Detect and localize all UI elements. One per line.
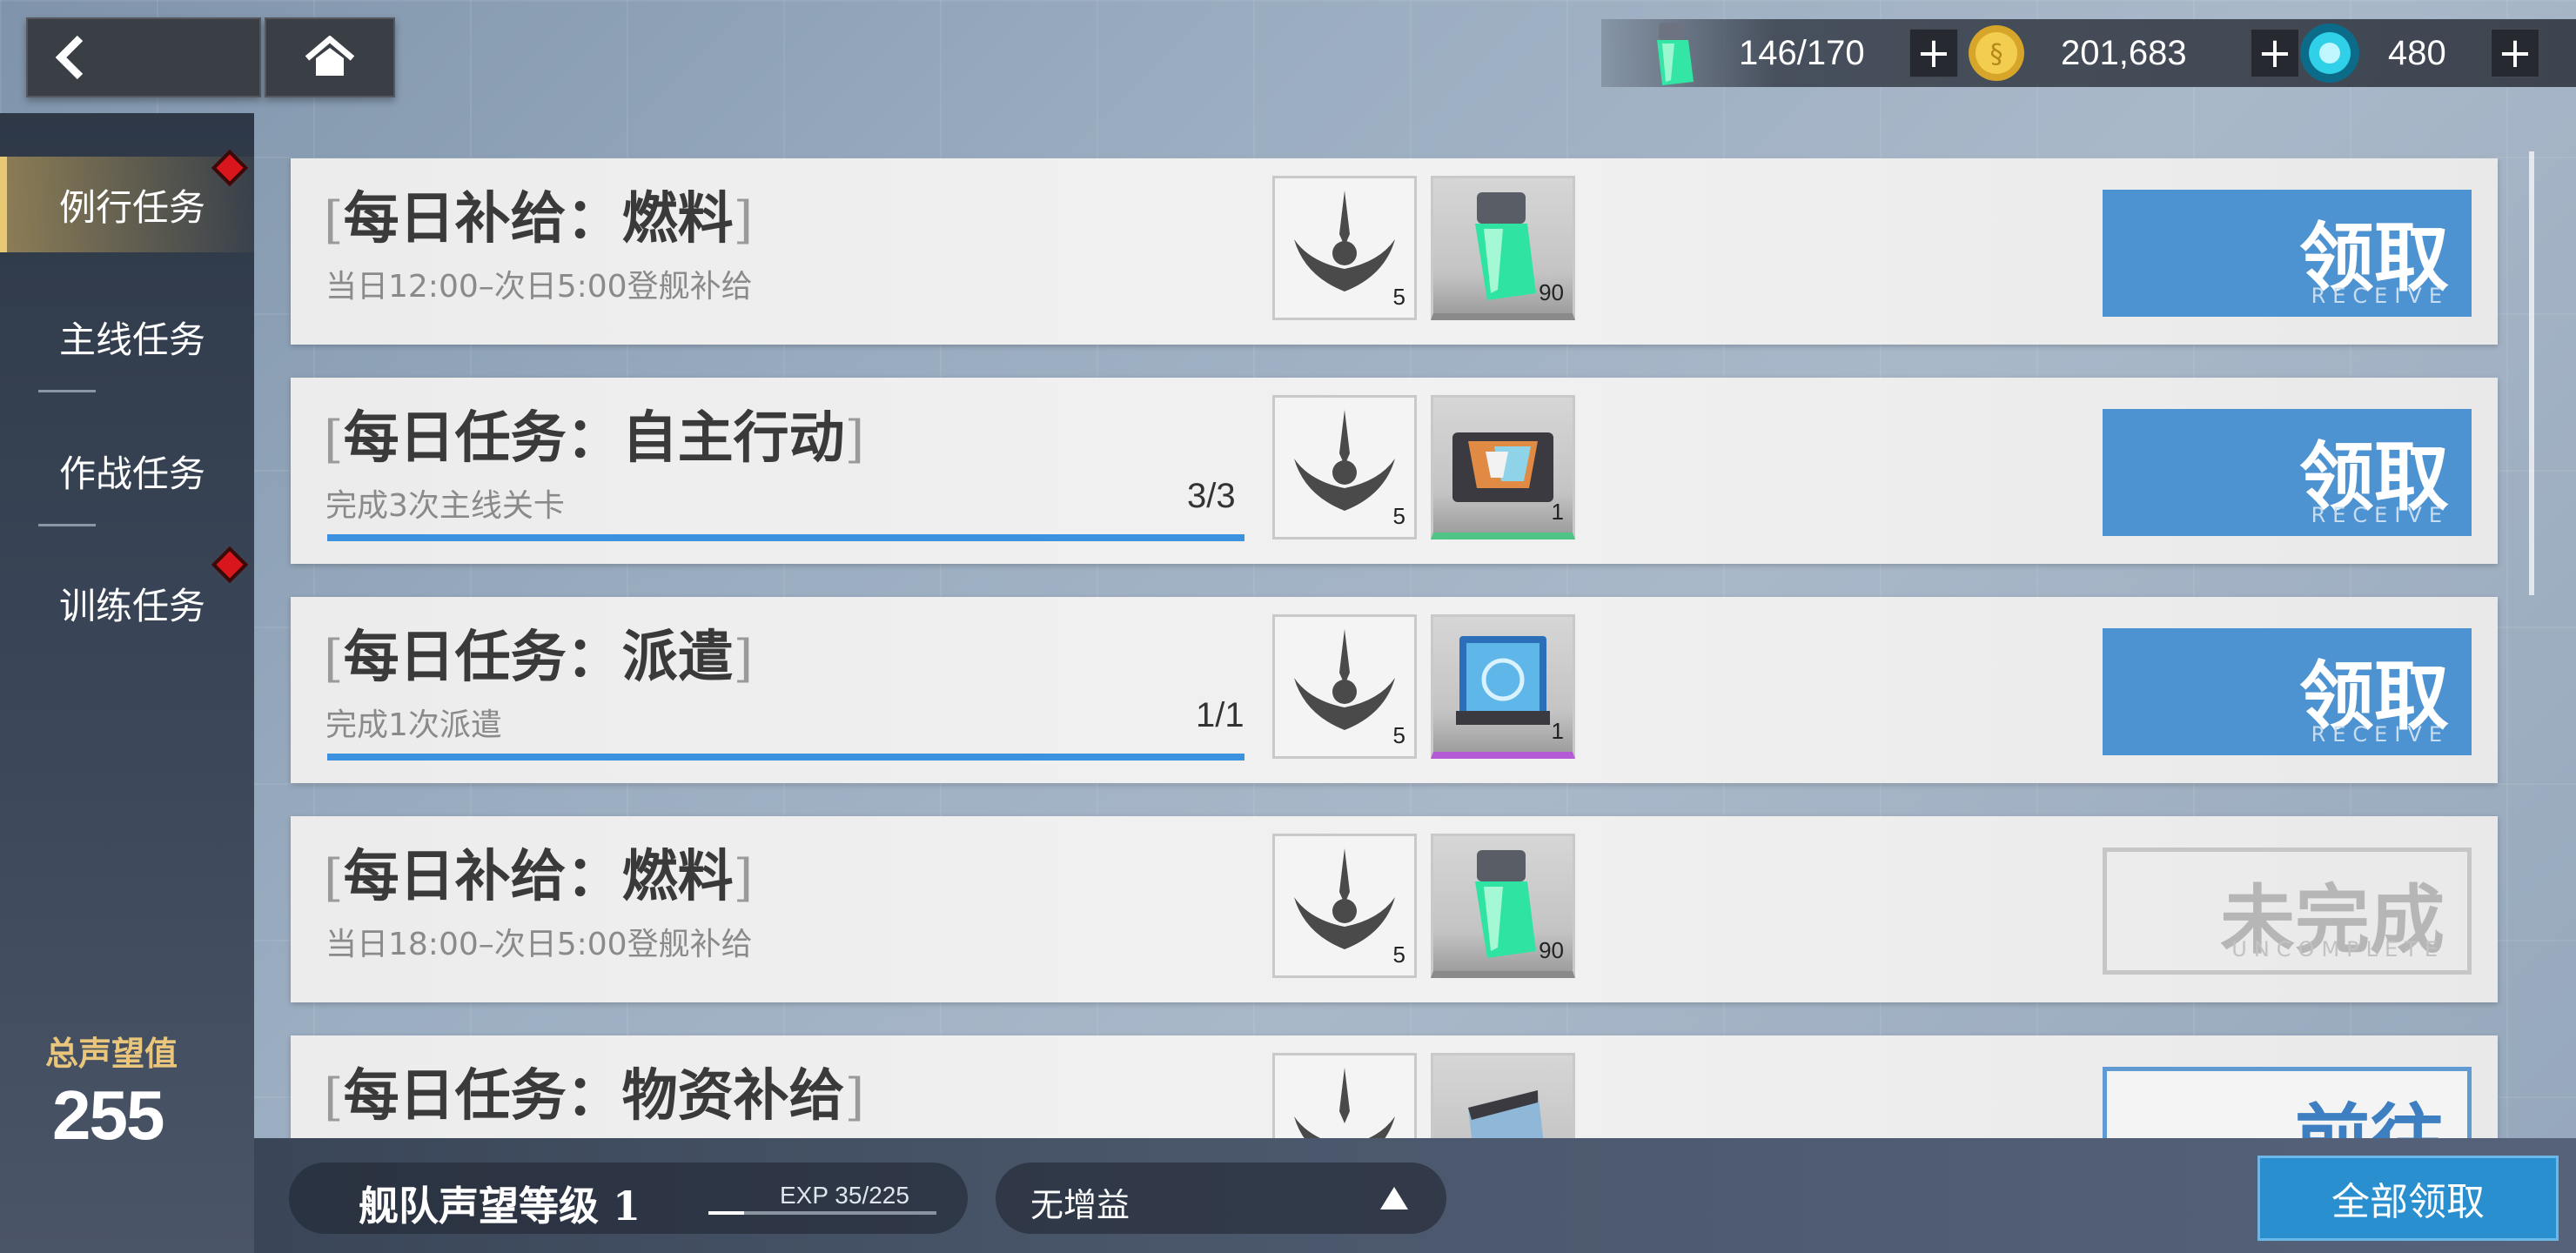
reward-slot[interactable]: 5 bbox=[1272, 395, 1417, 539]
progress-bar bbox=[327, 534, 1244, 541]
reward-qty: 1 bbox=[1551, 499, 1564, 525]
chevron-left-icon bbox=[55, 35, 84, 80]
task-title: [每日补给：燃料] bbox=[324, 844, 754, 909]
sidebar-item-combat[interactable]: 作战任务 bbox=[0, 423, 254, 519]
scrollbar[interactable] bbox=[2529, 151, 2534, 595]
uncomplete-button: 未完成 UNCOMPLETE bbox=[2103, 848, 2472, 975]
progress-fill bbox=[327, 754, 1244, 761]
reward-qty: 5 bbox=[1392, 941, 1405, 968]
divider bbox=[38, 390, 96, 392]
button-sublabel: UNCOMPLETE bbox=[2231, 937, 2445, 962]
receive-button[interactable]: 领取 RECEIVE bbox=[2103, 628, 2472, 755]
task-progress: 3/3 bbox=[1187, 477, 1236, 515]
task-row: [每日任务：派遣] 完成1次派遣 1/1 5 1 领取 RECEIVE bbox=[291, 597, 2498, 783]
resource-coin: § 201,683 + bbox=[1962, 19, 2299, 87]
home-icon bbox=[305, 36, 355, 76]
receive-button[interactable]: 领取 RECEIVE bbox=[2103, 190, 2472, 317]
reward-qty: 1 bbox=[1551, 718, 1564, 744]
task-desc: 完成3次主线关卡 bbox=[325, 488, 565, 524]
task-title: [每日任务：物资补给] bbox=[324, 1063, 865, 1129]
buff-selector[interactable]: 无增益 bbox=[996, 1163, 1446, 1234]
claim-all-button[interactable]: 全部领取 bbox=[2257, 1156, 2559, 1241]
reward-slot[interactable]: 5 bbox=[1272, 614, 1417, 759]
reward-qty: 5 bbox=[1392, 503, 1405, 529]
crystal-icon bbox=[2300, 23, 2359, 83]
claim-all-label: 全部领取 bbox=[2331, 1180, 2485, 1224]
fame-label: 总声望值 bbox=[45, 1035, 178, 1073]
button-sublabel: RECEIVE bbox=[2311, 284, 2449, 308]
reward-slot[interactable]: 90 bbox=[1431, 176, 1575, 320]
triangle-up-icon bbox=[1380, 1187, 1408, 1209]
exp-bar bbox=[708, 1211, 936, 1215]
task-progress: 1/1 bbox=[1196, 696, 1244, 734]
coin-icon: § bbox=[1969, 25, 2024, 81]
crystal-value: 480 bbox=[2388, 33, 2446, 72]
exp-fill bbox=[708, 1211, 744, 1215]
reward-slot[interactable]: 1 bbox=[1431, 614, 1575, 759]
reward-slot[interactable]: 1 bbox=[1431, 395, 1575, 539]
task-title: [每日任务：派遣] bbox=[324, 625, 754, 690]
progress-bar bbox=[327, 754, 1244, 761]
exp-label: EXP 35/225 bbox=[780, 1182, 909, 1209]
fuel-value: 146/170 bbox=[1739, 33, 1865, 72]
receive-button[interactable]: 领取 RECEIVE bbox=[2103, 409, 2472, 536]
back-button[interactable] bbox=[26, 17, 261, 97]
task-row: [每日补给：燃料] 当日12:00–次日5:00登舰补给 5 90 领取 REC… bbox=[291, 158, 2498, 345]
buff-label: 无增益 bbox=[1030, 1186, 1130, 1224]
fuel-icon bbox=[1657, 23, 1694, 85]
button-sublabel: RECEIVE bbox=[2311, 503, 2449, 527]
sidebar-item-main[interactable]: 主线任务 bbox=[0, 289, 254, 385]
reward-slot[interactable]: 5 bbox=[1272, 176, 1417, 320]
sidebar-item-label: 训练任务 bbox=[59, 584, 206, 627]
task-desc: 完成1次派遣 bbox=[325, 707, 502, 743]
task-desc: 当日12:00–次日5:00登舰补给 bbox=[325, 269, 753, 305]
reward-slot[interactable]: 90 bbox=[1431, 834, 1575, 978]
top-nav bbox=[26, 17, 395, 97]
bottom-bar: 舰队声望等级 1 EXP 35/225 无增益 全部领取 bbox=[254, 1138, 2576, 1253]
reward-qty: 5 bbox=[1392, 722, 1405, 748]
resource-fuel: 146/170 + bbox=[1643, 19, 1958, 87]
task-row: [每日任务：自主行动] 完成3次主线关卡 3/3 5 1 领取 RECEIVE bbox=[291, 378, 2498, 564]
sidebar-item-label: 主线任务 bbox=[59, 318, 206, 361]
svg-text:§: § bbox=[1990, 39, 2003, 70]
task-desc: 当日18:00–次日5:00登舰补给 bbox=[325, 927, 753, 962]
task-title: [每日任务：自主行动] bbox=[324, 405, 865, 471]
task-row: [每日补给：燃料] 当日18:00–次日5:00登舰补给 5 90 未完成 UN… bbox=[291, 816, 2498, 1002]
task-title: [每日补给：燃料] bbox=[324, 186, 754, 251]
resource-bar: 146/170 + § 201,683 + 480 + bbox=[1601, 19, 2576, 87]
progress-fill bbox=[327, 534, 1244, 541]
add-crystal-button[interactable]: + bbox=[2491, 29, 2539, 77]
add-fuel-button[interactable]: + bbox=[1909, 29, 1958, 77]
home-button[interactable] bbox=[265, 17, 395, 97]
reward-qty: 90 bbox=[1539, 937, 1564, 963]
fame-value: 255 bbox=[52, 1076, 164, 1154]
reward-slot[interactable]: 5 bbox=[1272, 834, 1417, 978]
fleet-reputation[interactable]: 舰队声望等级 1 EXP 35/225 bbox=[289, 1163, 968, 1234]
sidebar-item-label: 例行任务 bbox=[59, 185, 206, 229]
reward-qty: 90 bbox=[1539, 279, 1564, 305]
resource-crystal: 480 + bbox=[2291, 19, 2539, 87]
divider bbox=[38, 524, 96, 526]
reward-qty: 5 bbox=[1392, 284, 1405, 310]
fleet-level-label: 舰队声望等级 1 bbox=[359, 1183, 641, 1230]
button-sublabel: RECEIVE bbox=[2311, 722, 2449, 747]
sidebar: 例行任务 主线任务 作战任务 训练任务 总声望值 255 bbox=[0, 113, 254, 1253]
sidebar-item-label: 作战任务 bbox=[59, 452, 206, 495]
coin-value: 201,683 bbox=[2061, 33, 2187, 72]
